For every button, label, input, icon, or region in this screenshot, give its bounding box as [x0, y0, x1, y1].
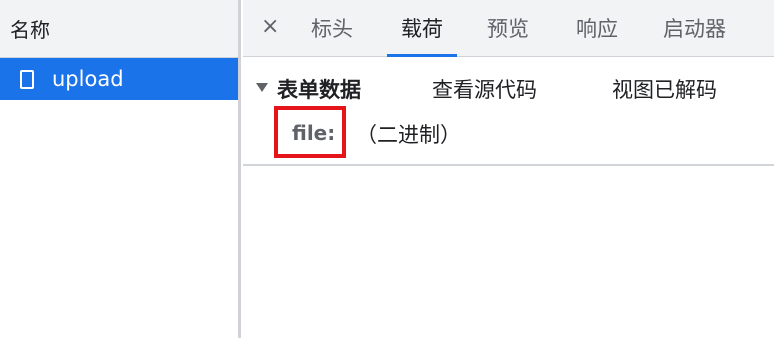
- detail-tabbar: × 标头 载荷 预览 响应 启动器: [243, 0, 774, 57]
- tab-headers[interactable]: 标头: [311, 0, 353, 56]
- field-key: file:: [292, 121, 336, 145]
- name-column-header: 名称: [10, 18, 50, 42]
- devtools-network-panel: 名称 upload × 标头 载荷 预览 响应 启动器 表单数据 查看源代码 视…: [0, 0, 774, 338]
- view-decoded-button[interactable]: 视图已解码: [612, 74, 717, 104]
- request-name: upload: [52, 67, 124, 91]
- form-field-row: file: （二进制）: [243, 106, 774, 158]
- form-data-section-header: 表单数据 查看源代码 视图已解码: [243, 72, 774, 104]
- section-divider: [243, 164, 774, 166]
- form-data-title[interactable]: 表单数据: [277, 74, 361, 104]
- tab-response[interactable]: 响应: [576, 0, 618, 56]
- tab-payload[interactable]: 载荷: [387, 0, 457, 57]
- request-row-upload[interactable]: upload: [0, 58, 238, 100]
- request-detail-pane: × 标头 载荷 预览 响应 启动器 表单数据 查看源代码 视图已解码 file:…: [243, 0, 774, 338]
- field-value: （二进制）: [356, 123, 461, 147]
- request-list-pane: 名称 upload: [0, 0, 241, 338]
- collapse-triangle-icon[interactable]: [256, 83, 268, 92]
- request-list-header[interactable]: 名称: [0, 0, 238, 58]
- tab-preview[interactable]: 预览: [487, 0, 529, 56]
- tab-initiator[interactable]: 启动器: [663, 0, 726, 56]
- view-source-button[interactable]: 查看源代码: [432, 74, 537, 104]
- document-icon: [20, 69, 34, 89]
- close-icon[interactable]: ×: [261, 14, 279, 39]
